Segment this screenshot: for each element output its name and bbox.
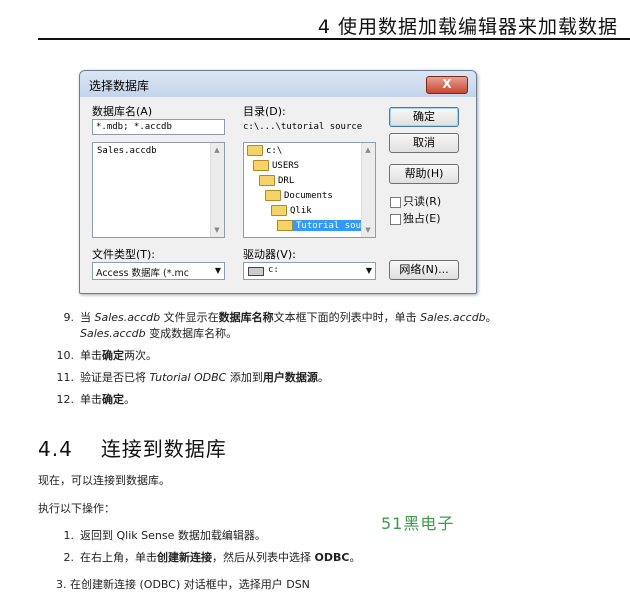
folder-icon [259, 175, 275, 186]
dir-item-qlik[interactable]: Qlik [271, 205, 312, 216]
filetype-select[interactable]: Access 数据库 (*.mc ▼ [92, 262, 225, 280]
readonly-checkbox[interactable]: 只读(R) [390, 193, 441, 209]
paragraph-intro: 现在，可以连接到数据库。 [38, 474, 170, 487]
db-list-scrollbar[interactable]: ▲ ▼ [210, 143, 224, 237]
db-name-input[interactable]: *.mdb; *.accdb [92, 119, 225, 135]
dir-label: 目录(D): [243, 105, 286, 118]
folder-icon [247, 145, 263, 156]
drive-icon [248, 267, 264, 276]
dialog-titlebar[interactable]: 选择数据库 X [80, 71, 476, 97]
partial-step-3: 3. 在创建新连接 (ODBC) 对话框中，选择用户 DSN [56, 578, 310, 591]
dir-tree[interactable]: c:\ USERS DRL Documents Qlik Tutorial so… [243, 142, 376, 238]
chevron-down-icon[interactable]: ▼ [366, 266, 372, 275]
db-file-list[interactable]: Sales.accdb ▲ ▼ [92, 142, 225, 238]
list-item: 9. 当 Sales.accdb 文件显示在数据库名称文本框下面的列表中时，单击… [63, 311, 497, 340]
checkbox-box[interactable] [390, 213, 401, 225]
dir-item-drl[interactable]: DRL [259, 175, 294, 186]
drive-label: 驱动器(V): [243, 248, 296, 261]
folder-icon [277, 220, 293, 231]
scroll-down-icon[interactable]: ▼ [213, 225, 221, 235]
network-button[interactable]: 网络(N)... [389, 260, 459, 280]
folder-icon [253, 160, 269, 171]
dir-item-users[interactable]: USERS [253, 160, 299, 171]
checkbox-box[interactable] [390, 196, 401, 208]
folder-icon [271, 205, 287, 216]
db-name-label: 数据库名(A) [92, 105, 153, 118]
drive-select[interactable]: c: ▼ [243, 262, 376, 280]
ok-button[interactable]: 确定 [389, 107, 459, 127]
chapter-title: 4 使用数据加载编辑器来加载数据 [317, 16, 618, 38]
list-item: 10. 单击确定两次。 [56, 349, 158, 362]
select-database-dialog: 选择数据库 X 数据库名(A) *.mdb; *.accdb Sales.acc… [79, 70, 477, 294]
chapter-header: 4 使用数据加载编辑器来加载数据 [0, 8, 630, 40]
dialog-title: 选择数据库 [89, 79, 150, 93]
list-item: 11. 验证是否已将 Tutorial ODBC 添加到用户数据源。 [56, 371, 329, 384]
exclusive-checkbox[interactable]: 独占(E) [390, 210, 441, 226]
scroll-up-icon[interactable]: ▲ [213, 145, 221, 155]
help-button[interactable]: 帮助(H) [389, 164, 459, 184]
list-item: 2. 在右上角，单击创建新连接，然后从列表中选择 ODBC。 [63, 551, 361, 564]
header-rule [38, 38, 630, 40]
dir-item-tutorial[interactable]: Tutorial sou [277, 220, 362, 231]
watermark: 51黑电子 [381, 514, 455, 533]
dir-path: c:\...\tutorial source [243, 122, 363, 132]
list-item: 1. 返回到 Qlik Sense 数据加载编辑器。 [63, 529, 266, 542]
filetype-label: 文件类型(T): [92, 248, 156, 261]
dir-tree-scrollbar[interactable]: ▲ ▼ [361, 143, 375, 237]
scroll-up-icon[interactable]: ▲ [364, 145, 372, 155]
dir-item-documents[interactable]: Documents [265, 190, 333, 201]
chevron-down-icon[interactable]: ▼ [215, 266, 221, 275]
paragraph-instructions: 执行以下操作： [38, 502, 115, 515]
steps-list: 9. 当 Sales.accdb 文件显示在数据库名称文本框下面的列表中时，单击… [54, 310, 624, 414]
dir-item-c[interactable]: c:\ [247, 145, 282, 156]
steps-list-2: 1. 返回到 Qlik Sense 数据加载编辑器。 2. 在右上角，单击创建新… [54, 528, 624, 572]
list-item: 12. 单击确定。 [56, 393, 136, 406]
folder-icon [265, 190, 281, 201]
dialog-body: 数据库名(A) *.mdb; *.accdb Sales.accdb ▲ ▼ 目… [86, 98, 470, 287]
db-file-item[interactable]: Sales.accdb [97, 146, 157, 156]
scroll-down-icon[interactable]: ▼ [364, 225, 372, 235]
close-button[interactable]: X [426, 76, 468, 94]
section-heading: 4.4 连接到数据库 [38, 437, 227, 461]
cancel-button[interactable]: 取消 [389, 133, 459, 153]
